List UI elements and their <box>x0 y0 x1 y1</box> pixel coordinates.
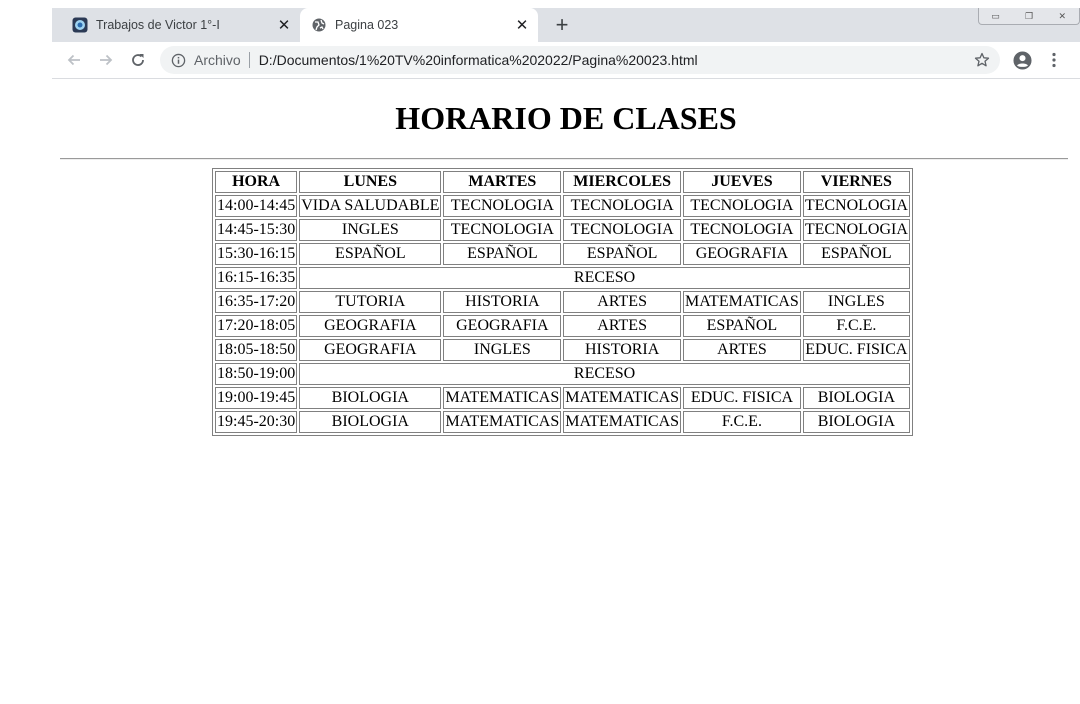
receso-row: 16:15-16:35 RECESO <box>215 267 910 289</box>
hora-cell: 16:15-16:35 <box>215 267 298 289</box>
header-cell-hora: HORA <box>215 171 298 193</box>
table-cell: EDUC. FISICA <box>802 339 910 361</box>
window-controls: ▭ ❐ ✕ <box>978 8 1080 25</box>
tab-title: Trabajos de Victor 1°-I <box>96 18 220 32</box>
table-row: 18:05-18:50 GEOGRAFIA INGLES HISTORIA AR… <box>215 339 910 361</box>
hora-cell: 18:50-19:00 <box>215 363 298 385</box>
reload-icon[interactable] <box>126 48 150 72</box>
profile-avatar-icon[interactable] <box>1010 48 1034 72</box>
bookmark-star-icon[interactable] <box>972 48 992 72</box>
close-window-icon[interactable]: ✕ <box>1046 8 1079 24</box>
tab-trabajos[interactable]: Trabajos de Victor 1°-I ✕ <box>52 8 300 42</box>
table-cell: GEOGRAFIA <box>683 243 801 265</box>
table-row: 15:30-16:15 ESPAÑOL ESPAÑOL ESPAÑOL GEOG… <box>215 243 910 265</box>
header-row: HORA LUNES MARTES MIERCOLES JUEVES VIERN… <box>215 171 910 193</box>
back-arrow-icon[interactable] <box>62 48 86 72</box>
table-cell: ESPAÑOL <box>443 243 562 265</box>
table-cell: F.C.E. <box>683 411 801 433</box>
schedule-table: HORA LUNES MARTES MIERCOLES JUEVES VIERN… <box>212 168 913 436</box>
table-cell: BIOLOGIA <box>802 411 910 433</box>
table-cell: MATEMATICAS <box>443 411 562 433</box>
table-cell: MATEMATICAS <box>563 387 682 409</box>
receso-cell: RECESO <box>299 267 910 289</box>
table-cell: TUTORIA <box>299 291 442 313</box>
minimize-icon[interactable]: ▭ <box>979 8 1012 24</box>
table-cell: F.C.E. <box>802 315 910 337</box>
table-cell: INGLES <box>443 339 562 361</box>
browser-toolbar: Archivo D:/Documentos/1%20TV%20informati… <box>52 42 1080 79</box>
table-cell: VIDA SALUDABLE <box>299 195 442 217</box>
table-cell: HISTORIA <box>563 339 682 361</box>
address-divider <box>248 52 250 68</box>
table-cell: TECNOLOGIA <box>563 219 682 241</box>
table-cell: ESPAÑOL <box>683 315 801 337</box>
header-cell-jueves: JUEVES <box>683 171 801 193</box>
close-tab-icon[interactable]: ✕ <box>276 17 292 34</box>
table-cell: TECNOLOGIA <box>683 219 801 241</box>
table-cell: TECNOLOGIA <box>802 219 910 241</box>
table-cell: GEOGRAFIA <box>299 315 442 337</box>
tab-pagina-023[interactable]: Pagina 023 ✕ <box>300 8 538 42</box>
hora-cell: 14:45-15:30 <box>215 219 298 241</box>
restore-icon[interactable]: ❐ <box>1012 8 1045 24</box>
table-cell: INGLES <box>802 291 910 313</box>
forward-arrow-icon[interactable] <box>94 48 118 72</box>
table-row: 14:45-15:30 INGLES TECNOLOGIA TECNOLOGIA… <box>215 219 910 241</box>
table-cell: TECNOLOGIA <box>443 219 562 241</box>
new-tab-button[interactable]: + <box>550 12 574 37</box>
table-cell: EDUC. FISICA <box>683 387 801 409</box>
table-cell: ESPAÑOL <box>299 243 442 265</box>
table-row: 19:45-20:30 BIOLOGIA MATEMATICAS MATEMAT… <box>215 411 910 433</box>
receso-cell: RECESO <box>299 363 910 385</box>
table-row: 16:35-17:20 TUTORIA HISTORIA ARTES MATEM… <box>215 291 910 313</box>
horizontal-rule <box>60 158 1068 160</box>
hora-cell: 17:20-18:05 <box>215 315 298 337</box>
table-cell: TECNOLOGIA <box>563 195 682 217</box>
receso-row: 18:50-19:00 RECESO <box>215 363 910 385</box>
table-cell: MATEMATICAS <box>443 387 562 409</box>
table-cell: TECNOLOGIA <box>443 195 562 217</box>
table-cell: ARTES <box>563 291 682 313</box>
hora-cell: 19:45-20:30 <box>215 411 298 433</box>
table-cell: MATEMATICAS <box>563 411 682 433</box>
page-title: HORARIO DE CLASES <box>395 100 737 136</box>
address-bar[interactable]: Archivo D:/Documentos/1%20TV%20informati… <box>160 46 1000 74</box>
hora-cell: 19:00-19:45 <box>215 387 298 409</box>
table-cell: ARTES <box>563 315 682 337</box>
table-row: 17:20-18:05 GEOGRAFIA GEOGRAFIA ARTES ES… <box>215 315 910 337</box>
table-cell: TECNOLOGIA <box>802 195 910 217</box>
header-cell-lunes: LUNES <box>299 171 442 193</box>
table-cell: GEOGRAFIA <box>299 339 442 361</box>
table-cell: GEOGRAFIA <box>443 315 562 337</box>
table-cell: BIOLOGIA <box>802 387 910 409</box>
table-cell: MATEMATICAS <box>683 291 801 313</box>
site-label: Archivo <box>194 52 241 68</box>
table-cell: ESPAÑOL <box>563 243 682 265</box>
info-icon[interactable] <box>170 52 186 68</box>
url-text[interactable]: D:/Documentos/1%20TV%20informatica%20202… <box>259 52 698 68</box>
table-row: 19:00-19:45 BIOLOGIA MATEMATICAS MATEMAT… <box>215 387 910 409</box>
table-cell: TECNOLOGIA <box>683 195 801 217</box>
header-cell-miercoles: MIERCOLES <box>563 171 682 193</box>
browser-window: Trabajos de Victor 1°-I ✕ Pagina 023 ✕ +… <box>52 8 1080 80</box>
table-cell: BIOLOGIA <box>299 387 442 409</box>
table-cell: INGLES <box>299 219 442 241</box>
hora-cell: 16:35-17:20 <box>215 291 298 313</box>
hora-cell: 15:30-16:15 <box>215 243 298 265</box>
table-cell: ESPAÑOL <box>802 243 910 265</box>
close-tab-icon[interactable]: ✕ <box>514 17 530 34</box>
kebab-menu-icon[interactable] <box>1044 48 1064 72</box>
tab-title: Pagina 023 <box>335 18 399 32</box>
globe-icon <box>311 17 327 33</box>
header-cell-martes: MARTES <box>443 171 562 193</box>
hora-cell: 14:00-14:45 <box>215 195 298 217</box>
hora-cell: 18:05-18:50 <box>215 339 298 361</box>
tab-strip: Trabajos de Victor 1°-I ✕ Pagina 023 ✕ +… <box>52 8 1080 42</box>
site-favicon-icon <box>72 17 88 33</box>
table-row: 14:00-14:45 VIDA SALUDABLE TECNOLOGIA TE… <box>215 195 910 217</box>
header-cell-viernes: VIERNES <box>802 171 910 193</box>
table-cell: HISTORIA <box>443 291 562 313</box>
table-cell: ARTES <box>683 339 801 361</box>
table-cell: BIOLOGIA <box>299 411 442 433</box>
